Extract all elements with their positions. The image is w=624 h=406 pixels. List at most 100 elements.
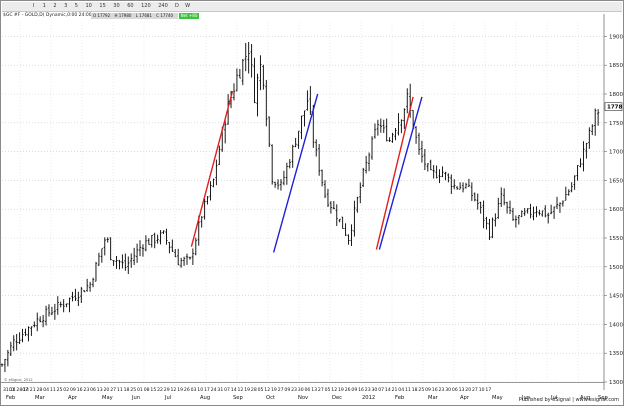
x-tick-label: 23 [83,387,89,393]
x-tick-label: 07 [224,387,230,393]
x-tick-label: 13 [311,387,317,393]
x-tick-label: 27 [318,387,324,393]
x-tick-label: 09 [284,387,290,393]
y-tick-label: 1450 [609,294,623,300]
x-month-label: Dec [332,395,342,401]
x-tick-label: 30 [298,387,304,393]
x-tick-label: 14 [23,387,29,393]
y-tick-label: 1500 [609,265,623,271]
y-tick-label: 1750 [609,121,623,127]
x-tick-label: 23 [291,387,297,393]
x-month-label: Feb [6,395,16,401]
x-tick-label: 18 [412,387,418,393]
x-tick-label: 02 [63,387,69,393]
x-tick-label: 27 [278,387,284,393]
x-tick-label: 25 [418,387,424,393]
x-tick-label: 12 [264,387,270,393]
x-month-label: Jul [164,395,171,401]
x-tick-label: 04 [43,387,49,393]
x-tick-label: 14 [10,387,16,393]
x-tick-label: 14 [231,387,237,393]
x-tick-label: 28 [251,387,257,393]
x-month-label: Apr [460,395,470,401]
x-tick-label: 09 [70,387,76,393]
trendline-2[interactable] [272,93,319,253]
x-tick-label: 01 [137,387,143,393]
y-tick-label: 1650 [609,178,623,184]
y-tick-label: 1800 [609,92,623,98]
trendline-1[interactable] [190,90,234,247]
y-tick-label: 1600 [609,207,623,213]
x-tick-label: 28 [37,387,43,393]
price-marker-label: 1778 [607,105,622,111]
x-month-label: Nov [298,395,308,401]
x-tick-label: 23 [365,387,371,393]
x-tick-label: 15 [150,387,156,393]
y-tick-label: 1350 [609,351,623,357]
x-tick-label: 16 [358,387,364,393]
x-tick-label: 25 [57,387,63,393]
x-tick-label: 05 [258,387,264,393]
x-tick-label: 09 [351,387,357,393]
x-tick-label: 16 [432,387,438,393]
x-tick-label: 23 [439,387,445,393]
x-month-label: Oct [266,395,275,401]
x-tick-label: 08 [144,387,150,393]
x-month-label: Sep [598,395,608,401]
x-month-label: May [102,395,113,401]
x-tick-label: 19 [177,387,183,393]
y-tick-label: 1850 [609,63,623,69]
x-tick-label: 30 [372,387,378,393]
trendline-4[interactable] [378,96,423,250]
x-tick-label: 10 [197,387,203,393]
x-tick-label: 06 [452,387,458,393]
x-tick-label: 21 [30,387,36,393]
x-tick-label: 29 [164,387,170,393]
x-month-label: Jul [550,395,557,401]
trendline-3[interactable] [375,96,414,250]
x-month-label: Feb [395,395,405,401]
x-tick-label: 17 [204,387,210,393]
x-tick-label: 25 [130,387,136,393]
x-month-label: Sep [233,395,243,401]
x-tick-label: 20 [465,387,471,393]
y-tick-label: 1300 [609,380,623,386]
x-tick-label: 19 [271,387,277,393]
y-tick-label: 1700 [609,150,623,156]
x-tick-label: 19 [338,387,344,393]
x-tick-label: 22 [157,387,163,393]
price-chart[interactable]: 1300 1350 1400 1450 1500 1550 1600 1650 1700 1750… [0,0,624,406]
x-tick-label: 06 [305,387,311,393]
x-tick-label: 09 [425,387,431,393]
x-tick-label: 06 [90,387,96,393]
x-tick-label: 16 [77,387,83,393]
x-tick-label: 11 [50,387,56,393]
x-month-label: Apr [68,395,78,401]
x-tick-label: 30 [445,387,451,393]
x-tick-label: 03 [191,387,197,393]
y-tick-label: 1900 [609,34,623,40]
x-month-label: 2012 [362,395,375,401]
x-tick-label: 12 [238,387,244,393]
x-tick-label: 10 [479,387,485,393]
x-tick-label: 13 [97,387,103,393]
x-tick-label: 27 [472,387,478,393]
y-tick-label: 1400 [609,322,623,328]
y-tick-label: 1550 [609,236,623,242]
x-tick-label: 17 [485,387,491,393]
x-month-label: Jun [131,395,140,401]
x-tick-label: 14 [385,387,391,393]
x-month-label: Jun [521,395,530,401]
x-tick-label: 18 [124,387,130,393]
x-month-label: Aug [200,395,210,401]
x-tick-label: 11 [117,387,123,393]
x-tick-label: 19 [244,387,250,393]
x-month-label: May [492,395,503,401]
x-tick-label: 20 [104,387,110,393]
x-tick-label: 26 [345,387,351,393]
x-tick-label: 05 [325,387,331,393]
x-tick-label: 04 [398,387,404,393]
x-month-label: Aug [580,395,590,401]
x-tick-label: 12 [171,387,177,393]
x-tick-label: 27 [110,387,116,393]
